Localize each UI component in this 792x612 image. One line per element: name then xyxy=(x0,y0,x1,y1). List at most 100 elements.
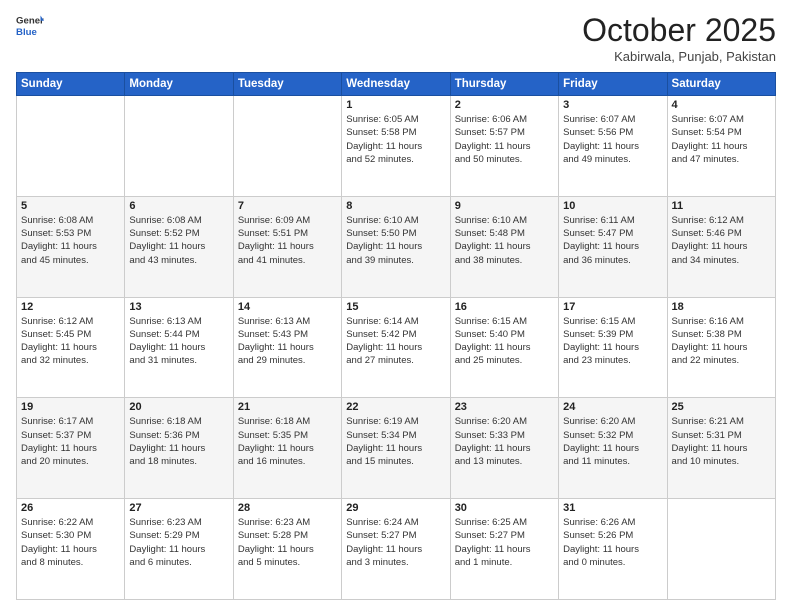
day-info: Sunrise: 6:18 AM Sunset: 5:36 PM Dayligh… xyxy=(129,415,228,468)
table-row: 7 Sunrise: 6:09 AM Sunset: 5:51 PM Daylig… xyxy=(233,196,341,297)
table-row: 22Sunrise: 6:19 AM Sunset: 5:34 PM Dayli… xyxy=(342,398,450,499)
day-number: 23 xyxy=(455,401,554,413)
day-number: 5 xyxy=(21,200,120,212)
day-number: 26 xyxy=(21,502,120,514)
table-row xyxy=(125,96,233,197)
table-row: 8 Sunrise: 6:10 AM Sunset: 5:50 PM Daylig… xyxy=(342,196,450,297)
header-tuesday: Tuesday xyxy=(233,73,341,96)
day-number: 24 xyxy=(563,401,662,413)
table-row: 29 Sunrise: 6:24 AM Sunset: 5:27 PM Dayli… xyxy=(342,499,450,600)
page: General Blue October 2025 Kabirwala, Pun… xyxy=(0,0,792,612)
day-info: Sunrise: 6:17 AM Sunset: 5:37 PM Dayligh… xyxy=(21,415,120,468)
day-info: Sunrise: 6:13 AM Sunset: 5:44 PM Dayligh… xyxy=(129,315,228,368)
day-number: 18 xyxy=(672,301,771,313)
table-row: 11Sunrise: 6:12 AM Sunset: 5:46 PM Dayli… xyxy=(667,196,775,297)
day-info: Sunrise: 6:26 AM Sunset: 5:26 PM Dayligh… xyxy=(563,516,662,569)
day-info: Sunrise: 6:15 AM Sunset: 5:40 PM Dayligh… xyxy=(455,315,554,368)
day-number: 9 xyxy=(455,200,554,212)
day-info: Sunrise: 6:14 AM Sunset: 5:42 PM Dayligh… xyxy=(346,315,445,368)
day-info: Sunrise: 6:12 AM Sunset: 5:46 PM Dayligh… xyxy=(672,214,771,267)
day-number: 22 xyxy=(346,401,445,413)
calendar-week-row: 12Sunrise: 6:12 AM Sunset: 5:45 PM Dayli… xyxy=(17,297,776,398)
svg-text:Blue: Blue xyxy=(16,27,37,38)
day-info: Sunrise: 6:16 AM Sunset: 5:38 PM Dayligh… xyxy=(672,315,771,368)
calendar-week-row: 19 Sunrise: 6:17 AM Sunset: 5:37 PM Dayli… xyxy=(17,398,776,499)
day-number: 13 xyxy=(129,301,228,313)
table-row: 21Sunrise: 6:18 AM Sunset: 5:35 PM Dayli… xyxy=(233,398,341,499)
day-number: 25 xyxy=(672,401,771,413)
day-number: 27 xyxy=(129,502,228,514)
title-block: October 2025 Kabirwala, Punjab, Pakistan xyxy=(582,12,776,64)
logo: General Blue xyxy=(16,12,44,40)
table-row: 9Sunrise: 6:10 AM Sunset: 5:48 PM Daylig… xyxy=(450,196,558,297)
day-number: 10 xyxy=(563,200,662,212)
svg-text:General: General xyxy=(16,15,44,26)
table-row: 10 Sunrise: 6:11 AM Sunset: 5:47 PM Dayli… xyxy=(559,196,667,297)
table-row: 12Sunrise: 6:12 AM Sunset: 5:45 PM Dayli… xyxy=(17,297,125,398)
table-row: 31 Sunrise: 6:26 AM Sunset: 5:26 PM Dayli… xyxy=(559,499,667,600)
day-number: 19 xyxy=(21,401,120,413)
table-row: 14 Sunrise: 6:13 AM Sunset: 5:43 PM Dayli… xyxy=(233,297,341,398)
day-info: Sunrise: 6:23 AM Sunset: 5:29 PM Dayligh… xyxy=(129,516,228,569)
day-info: Sunrise: 6:08 AM Sunset: 5:52 PM Dayligh… xyxy=(129,214,228,267)
table-row: 18 Sunrise: 6:16 AM Sunset: 5:38 PM Dayli… xyxy=(667,297,775,398)
day-number: 4 xyxy=(672,99,771,111)
day-info: Sunrise: 6:10 AM Sunset: 5:50 PM Dayligh… xyxy=(346,214,445,267)
header-thursday: Thursday xyxy=(450,73,558,96)
table-row: 27 Sunrise: 6:23 AM Sunset: 5:29 PM Dayli… xyxy=(125,499,233,600)
day-info: Sunrise: 6:20 AM Sunset: 5:32 PM Dayligh… xyxy=(563,415,662,468)
day-info: Sunrise: 6:09 AM Sunset: 5:51 PM Dayligh… xyxy=(238,214,337,267)
day-info: Sunrise: 6:11 AM Sunset: 5:47 PM Dayligh… xyxy=(563,214,662,267)
weekday-header-row: Sunday Monday Tuesday Wednesday Thursday… xyxy=(17,73,776,96)
table-row: 6 Sunrise: 6:08 AM Sunset: 5:52 PM Daylig… xyxy=(125,196,233,297)
header-sunday: Sunday xyxy=(17,73,125,96)
header-wednesday: Wednesday xyxy=(342,73,450,96)
header-monday: Monday xyxy=(125,73,233,96)
table-row: 26 Sunrise: 6:22 AM Sunset: 5:30 PM Dayli… xyxy=(17,499,125,600)
day-number: 12 xyxy=(21,301,120,313)
day-info: Sunrise: 6:13 AM Sunset: 5:43 PM Dayligh… xyxy=(238,315,337,368)
day-info: Sunrise: 6:20 AM Sunset: 5:33 PM Dayligh… xyxy=(455,415,554,468)
header-friday: Friday xyxy=(559,73,667,96)
calendar-week-row: 5 Sunrise: 6:08 AM Sunset: 5:53 PM Daylig… xyxy=(17,196,776,297)
day-number: 8 xyxy=(346,200,445,212)
day-number: 17 xyxy=(563,301,662,313)
day-info: Sunrise: 6:22 AM Sunset: 5:30 PM Dayligh… xyxy=(21,516,120,569)
table-row xyxy=(667,499,775,600)
day-number: 14 xyxy=(238,301,337,313)
table-row: 30 Sunrise: 6:25 AM Sunset: 5:27 PM Dayli… xyxy=(450,499,558,600)
table-row: 16Sunrise: 6:15 AM Sunset: 5:40 PM Dayli… xyxy=(450,297,558,398)
month-title: October 2025 xyxy=(582,12,776,49)
day-info: Sunrise: 6:05 AM Sunset: 5:58 PM Dayligh… xyxy=(346,113,445,166)
day-number: 7 xyxy=(238,200,337,212)
day-info: Sunrise: 6:07 AM Sunset: 5:56 PM Dayligh… xyxy=(563,113,662,166)
day-info: Sunrise: 6:06 AM Sunset: 5:57 PM Dayligh… xyxy=(455,113,554,166)
table-row: 3 Sunrise: 6:07 AM Sunset: 5:56 PM Daylig… xyxy=(559,96,667,197)
day-info: Sunrise: 6:25 AM Sunset: 5:27 PM Dayligh… xyxy=(455,516,554,569)
table-row: 25 Sunrise: 6:21 AM Sunset: 5:31 PM Dayli… xyxy=(667,398,775,499)
day-number: 6 xyxy=(129,200,228,212)
day-number: 20 xyxy=(129,401,228,413)
calendar-table: Sunday Monday Tuesday Wednesday Thursday… xyxy=(16,72,776,600)
day-info: Sunrise: 6:24 AM Sunset: 5:27 PM Dayligh… xyxy=(346,516,445,569)
table-row: 2Sunrise: 6:06 AM Sunset: 5:57 PM Daylig… xyxy=(450,96,558,197)
table-row: 23 Sunrise: 6:20 AM Sunset: 5:33 PM Dayli… xyxy=(450,398,558,499)
table-row: 5 Sunrise: 6:08 AM Sunset: 5:53 PM Daylig… xyxy=(17,196,125,297)
day-info: Sunrise: 6:21 AM Sunset: 5:31 PM Dayligh… xyxy=(672,415,771,468)
day-number: 29 xyxy=(346,502,445,514)
day-number: 21 xyxy=(238,401,337,413)
table-row: 20 Sunrise: 6:18 AM Sunset: 5:36 PM Dayli… xyxy=(125,398,233,499)
logo-icon: General Blue xyxy=(16,12,44,40)
day-number: 31 xyxy=(563,502,662,514)
header-saturday: Saturday xyxy=(667,73,775,96)
calendar-week-row: 26 Sunrise: 6:22 AM Sunset: 5:30 PM Dayli… xyxy=(17,499,776,600)
location: Kabirwala, Punjab, Pakistan xyxy=(582,49,776,64)
calendar-week-row: 1Sunrise: 6:05 AM Sunset: 5:58 PM Daylig… xyxy=(17,96,776,197)
table-row: 19 Sunrise: 6:17 AM Sunset: 5:37 PM Dayli… xyxy=(17,398,125,499)
day-number: 28 xyxy=(238,502,337,514)
day-info: Sunrise: 6:23 AM Sunset: 5:28 PM Dayligh… xyxy=(238,516,337,569)
day-number: 3 xyxy=(563,99,662,111)
table-row: 17Sunrise: 6:15 AM Sunset: 5:39 PM Dayli… xyxy=(559,297,667,398)
day-info: Sunrise: 6:08 AM Sunset: 5:53 PM Dayligh… xyxy=(21,214,120,267)
day-number: 30 xyxy=(455,502,554,514)
